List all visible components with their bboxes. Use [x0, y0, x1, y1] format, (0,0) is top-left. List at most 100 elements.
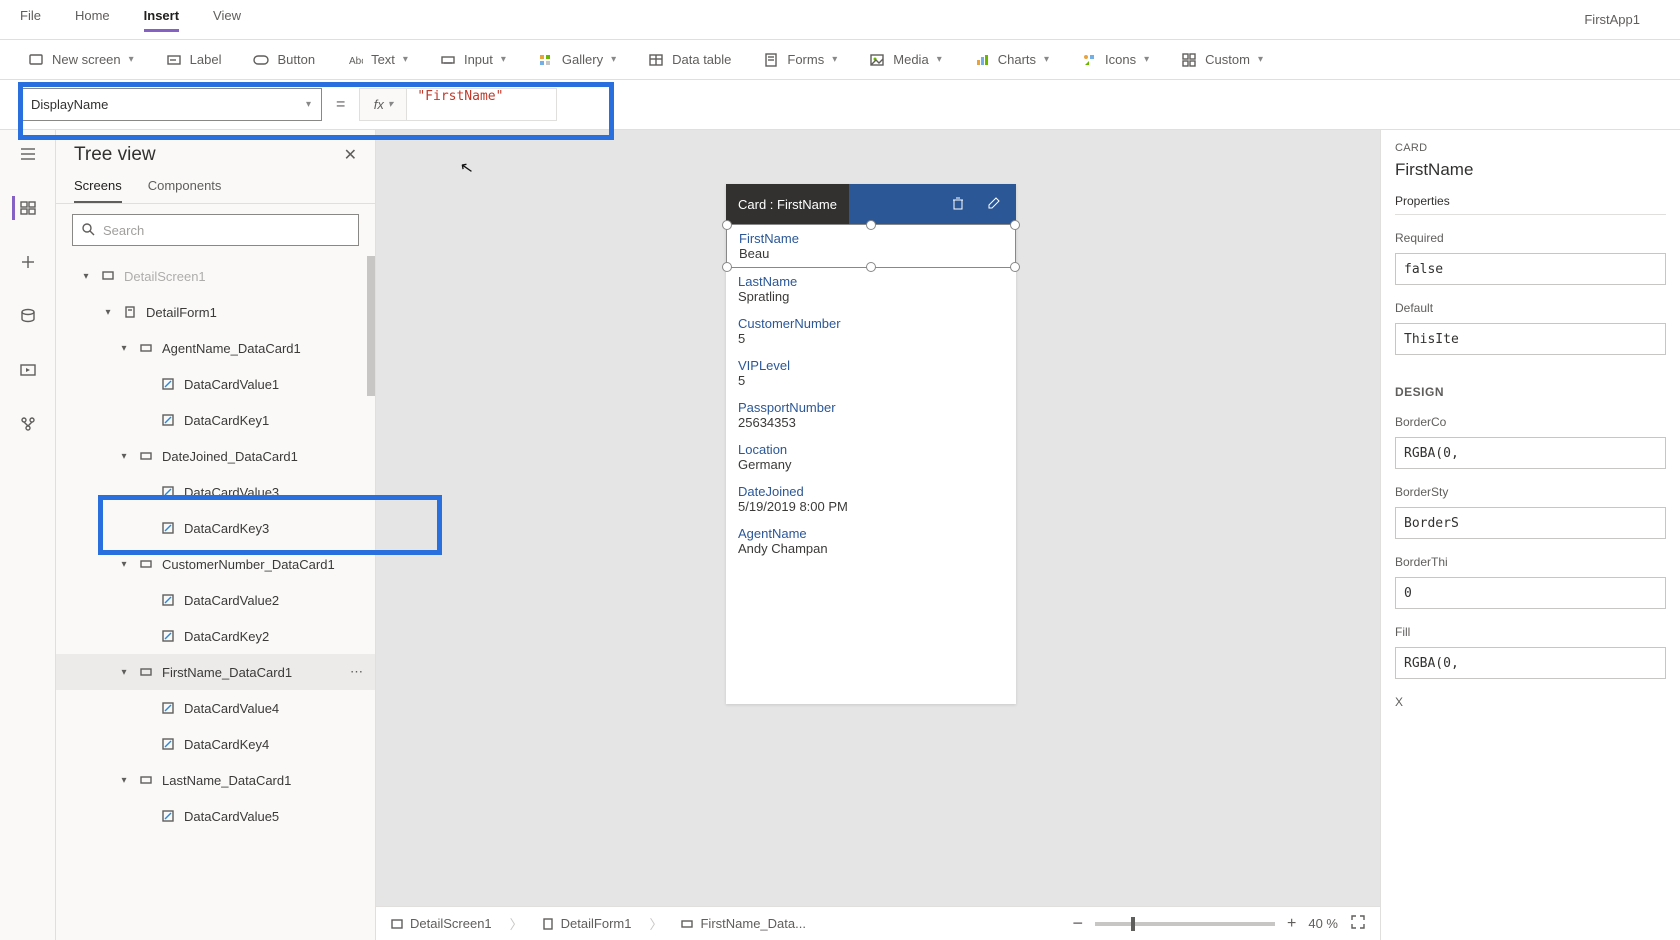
tree-item[interactable]: DataCardValue4 [56, 690, 375, 726]
data-icon[interactable] [16, 304, 40, 328]
prop-required-value[interactable]: false [1395, 253, 1666, 285]
tree-item[interactable]: ▾CustomerNumber_DataCard1 [56, 546, 375, 582]
breadcrumb-item[interactable]: DetailForm1 [541, 916, 632, 931]
text-icon: Abc [347, 52, 363, 68]
equals-sign: = [336, 96, 345, 114]
tree-item[interactable]: DataCardValue5 [56, 798, 375, 834]
prop-tab[interactable]: Properties [1395, 194, 1666, 215]
zoom-in-button[interactable]: + [1287, 915, 1296, 933]
menu-view[interactable]: View [213, 8, 241, 32]
charts-icon [974, 52, 990, 68]
prop-fill-value[interactable]: RGBA(0, [1395, 647, 1666, 679]
detail-form[interactable]: Card : FirstName FirstNameBeauLastNameSp… [726, 184, 1016, 704]
form-field[interactable]: LastNameSpratling [726, 268, 1016, 310]
prop-borderstyle-value[interactable]: BorderS [1395, 507, 1666, 539]
add-icon[interactable] [16, 250, 40, 274]
ribbon-media[interactable]: Media▾ [869, 52, 941, 68]
forms-icon [763, 52, 779, 68]
properties-panel: CARD FirstName Properties Required false… [1380, 130, 1680, 940]
tree-item[interactable]: ▾DetailScreen1 [56, 258, 375, 294]
fit-icon[interactable] [1350, 914, 1366, 933]
ribbon-text[interactable]: AbcText▾ [347, 52, 408, 68]
breadcrumb-item[interactable]: FirstName_Data... [680, 916, 805, 931]
tree-item[interactable]: DataCardValue3 [56, 474, 375, 510]
edit-icon[interactable] [986, 195, 1002, 214]
formula-bar: DisplayName ▾ = fx▾ "FirstName" [0, 80, 1680, 130]
breadcrumb-label: FirstName_Data... [700, 916, 805, 931]
ribbon-button[interactable]: Button [253, 52, 315, 68]
tree-search[interactable]: Search [72, 214, 359, 246]
delete-icon[interactable] [950, 195, 966, 214]
formula-input[interactable]: "FirstName" [407, 88, 557, 121]
tree-item-label: AgentName_DataCard1 [162, 341, 301, 356]
ribbon-datatable[interactable]: Data table [648, 52, 731, 68]
media-rail-icon[interactable] [16, 358, 40, 382]
tree-item[interactable]: DataCardValue2 [56, 582, 375, 618]
form-field[interactable]: AgentNameAndy Champan [726, 520, 1016, 562]
tree-item[interactable]: DataCardKey4 [56, 726, 375, 762]
scrollbar-thumb[interactable] [367, 256, 375, 396]
label-icon [166, 52, 182, 68]
form-field[interactable]: DateJoined5/19/2019 8:00 PM [726, 478, 1016, 520]
zoom-out-button[interactable]: − [1073, 913, 1084, 934]
tree-item[interactable]: DataCardKey2 [56, 618, 375, 654]
prop-bordercolor-value[interactable]: RGBA(0, [1395, 437, 1666, 469]
menu-insert[interactable]: Insert [144, 8, 179, 32]
field-label: AgentName [738, 526, 1004, 541]
menu-file[interactable]: File [20, 8, 41, 32]
form-field[interactable]: CustomerNumber5 [726, 310, 1016, 352]
tree-item[interactable]: ▾DetailForm1 [56, 294, 375, 330]
form-field[interactable]: VIPLevel5 [726, 352, 1016, 394]
ribbon-label: New screen [52, 52, 121, 67]
field-label: LastName [738, 274, 1004, 289]
chevron-down-icon: ▾ [118, 343, 130, 354]
tree-item[interactable]: ▾ AgentName_DataCard1 [56, 330, 375, 366]
form-field[interactable]: PassportNumber25634353 [726, 394, 1016, 436]
tab-components[interactable]: Components [148, 178, 222, 203]
tree-list: ▾DetailScreen1▾DetailForm1 ▾ AgentName_Dat… [56, 256, 375, 940]
fx-button[interactable]: fx▾ [359, 88, 407, 121]
form-field[interactable]: LocationGermany [726, 436, 1016, 478]
zoom-slider[interactable] [1095, 922, 1275, 926]
ribbon-new-screen[interactable]: New screen▾ [28, 52, 134, 68]
canvas[interactable]: ↖ Card : FirstName FirstNameBeauLastName… [376, 130, 1380, 940]
icons-icon [1081, 52, 1097, 68]
chevron-down-icon: ▾ [80, 271, 92, 282]
menu-home[interactable]: Home [75, 8, 110, 32]
ctrl-icon [160, 808, 176, 824]
prop-default-value[interactable]: ThisIte [1395, 323, 1666, 355]
field-value: Spratling [738, 289, 1004, 304]
ribbon-label[interactable]: Label [166, 52, 222, 68]
form-icon [122, 304, 138, 320]
tree-item[interactable]: DataCardValue1 [56, 366, 375, 402]
form-field[interactable]: FirstNameBeau [726, 224, 1016, 268]
ribbon-custom[interactable]: Custom▾ [1181, 52, 1263, 68]
variables-icon[interactable] [16, 412, 40, 436]
tree-item[interactable]: DataCardKey3 [56, 510, 375, 546]
prop-bordercolor-label: BorderCo [1395, 415, 1666, 429]
ribbon-input[interactable]: Input▾ [440, 52, 506, 68]
ribbon-forms[interactable]: Forms▾ [763, 52, 837, 68]
tab-screens[interactable]: Screens [74, 178, 122, 203]
prop-borderthick-value[interactable]: 0 [1395, 577, 1666, 609]
card-icon [138, 448, 154, 464]
ribbon-charts[interactable]: Charts▾ [974, 52, 1049, 68]
ribbon-icons[interactable]: Icons▾ [1081, 52, 1149, 68]
property-dropdown[interactable]: DisplayName ▾ [20, 88, 322, 121]
tree-item-label: DataCardValue2 [184, 593, 279, 608]
tree-item-label: DataCardKey2 [184, 629, 269, 644]
ribbon-gallery[interactable]: Gallery▾ [538, 52, 616, 68]
ctrl-icon [160, 412, 176, 428]
close-icon[interactable]: ✕ [344, 145, 357, 165]
hamburger-icon[interactable] [16, 142, 40, 166]
breadcrumb-item[interactable]: DetailScreen1 [390, 916, 492, 931]
ctrl-icon [160, 736, 176, 752]
tree-view-icon[interactable] [12, 196, 36, 220]
tree-item[interactable]: ▾DateJoined_DataCard1 [56, 438, 375, 474]
field-value: 25634353 [738, 415, 1004, 430]
tree-item[interactable]: DataCardKey1 [56, 402, 375, 438]
more-icon[interactable]: ⋯ [350, 664, 363, 680]
tree-item[interactable]: ▾LastName_DataCard1 [56, 762, 375, 798]
breadcrumb-sep: 〉 [510, 914, 523, 933]
tree-item[interactable]: ▾FirstName_DataCard1⋯ [56, 654, 375, 690]
